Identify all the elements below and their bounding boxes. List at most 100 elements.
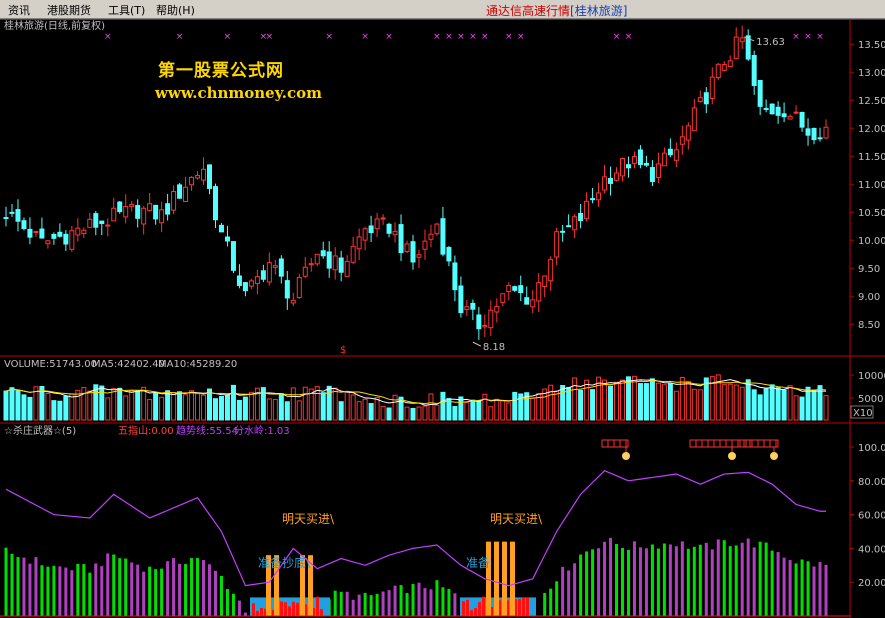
histogram-bar [333,590,337,616]
candle-body [799,111,805,128]
volume-bar [212,398,218,421]
candle [602,165,608,194]
price-tick-label: 11.50 [858,152,885,163]
histogram-bar [692,546,696,616]
app-title: 通达信高速行情[桂林旅游] [486,2,627,19]
candle [488,300,494,337]
kline-panel-label: 桂林旅游(日线,前复权) [4,19,105,32]
candle-body [302,266,308,277]
candle-body [518,285,524,294]
volume-bar [530,397,536,421]
histogram-bar [686,548,690,616]
signal-red-bar [280,601,283,616]
candle-body [548,258,554,282]
candle-body [404,243,410,252]
volume-bar [548,384,554,421]
histogram-bar [441,587,445,616]
price-tick-label: 12.50 [858,96,885,107]
volume-bar [141,386,147,421]
candle [201,157,207,185]
histogram-bar [76,563,80,616]
histogram-bar [728,546,732,616]
histogram-bar [812,566,816,616]
histogram-bar [375,593,379,616]
menu-hk-futures[interactable]: 港股期货 [47,2,91,18]
signal-red-bar [478,602,481,616]
histogram-bar [567,570,571,616]
histogram-bar [28,563,32,616]
candle-body [422,240,428,250]
volume-bar [278,393,284,421]
volume-bar [464,402,470,421]
volume-bar [751,389,757,421]
histogram-bar [118,558,122,616]
histogram-bar [208,564,212,616]
volume-bar [81,387,87,421]
candle-body [416,254,422,258]
volume-bar [404,406,410,421]
candle-body [512,286,518,291]
candle [338,250,344,282]
candle-body [536,282,542,302]
volume-bar [284,401,290,421]
chart-canvas[interactable]: 桂林旅游(日线,前复权) VOLUME:51743.00MA5:42402.40M… [0,19,885,618]
volume-bar [631,375,637,421]
menu-help[interactable]: 帮助(H) [156,2,195,18]
top-event-marker: × [445,32,453,42]
signal-red-bar [482,596,485,616]
candle [745,29,751,61]
price-tick-label: 11.00 [858,180,885,191]
menu-tools[interactable]: 工具(T) [108,2,145,18]
volume-bar [242,396,248,421]
candle [105,218,111,237]
candle-body [817,137,823,140]
volume-bar [69,393,75,421]
candle-body [99,220,105,225]
menu-info[interactable]: 资讯 [8,2,30,18]
volume-bar [236,399,242,421]
candle-body [320,250,326,257]
histogram-bar [34,557,38,616]
candle [727,55,733,68]
candle-body [757,80,763,107]
histogram-bar [597,548,601,616]
histogram-bar [202,560,206,616]
volume-ma5-line [5,379,827,406]
volume-bar [135,390,141,421]
volume-bar [374,396,380,421]
histogram-bar [94,563,98,616]
candle-body [314,253,320,265]
histogram-bar [579,554,583,616]
candle [452,255,458,302]
histogram-bar [184,564,188,616]
candle-body [715,63,721,79]
candle [823,119,829,140]
candle [560,224,566,242]
candle [631,151,637,169]
candle [470,299,476,321]
candle [434,222,440,236]
candle [111,197,117,222]
candle [625,156,631,178]
indicator-tick-label: 40.00 [858,544,885,555]
candle [242,282,248,297]
candle-body [27,228,33,238]
volume-bar [554,390,560,421]
candle [614,167,620,182]
candle-body [602,176,608,191]
histogram-bar [615,544,619,616]
candle [290,292,296,307]
histogram-bar [626,549,630,616]
signal-red-bar [320,609,323,616]
candle [703,87,709,114]
candle-body [619,158,625,177]
volume-bar [332,387,338,421]
candle-body [129,204,135,207]
volume-bar [494,398,500,421]
candle [410,234,416,270]
histogram-bar [435,580,439,616]
candle-body [775,106,781,116]
volume-bar [416,406,422,421]
volume-bar [147,399,153,421]
histogram-bar [351,599,355,616]
